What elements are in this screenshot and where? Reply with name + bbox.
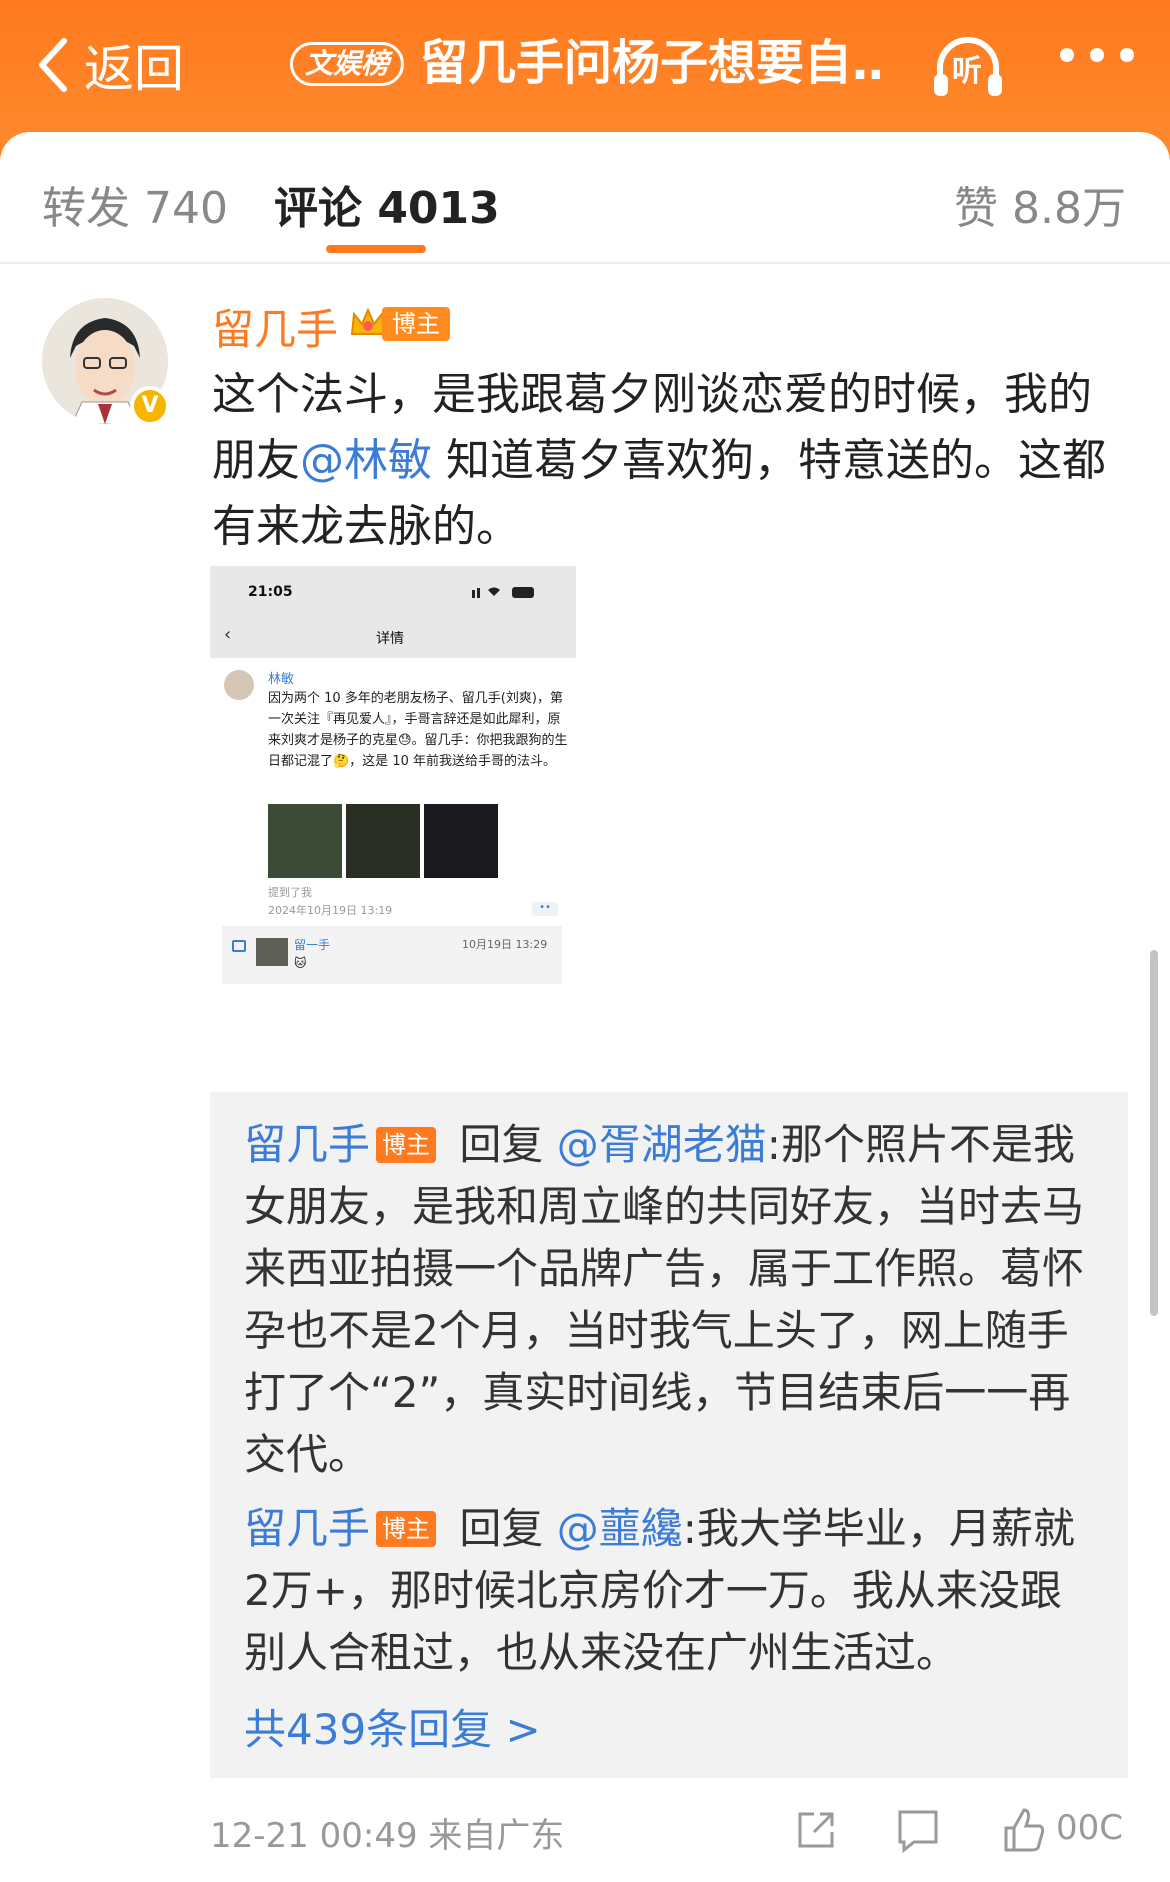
back-label: 返回 bbox=[84, 40, 184, 98]
tab-comments[interactable]: 评论 4013 bbox=[274, 172, 500, 236]
more-replies-link[interactable]: 共439条回复 > bbox=[244, 1696, 1098, 1757]
blogger-badge: 博主 bbox=[376, 1511, 437, 1547]
image-back-icon: ‹ bbox=[224, 624, 232, 645]
blogger-badge: 博主 bbox=[348, 304, 450, 344]
image-text: 因为两个 10 多年的老朋友杨子、留几手(刘爽)，第一次关注『再见爱人』，手哥言… bbox=[268, 691, 568, 769]
comment-image[interactable]: 21:05 ‹ 详情 林敏 因为两个 10 多年的老朋友杨子、留几手(刘爽)，第… bbox=[210, 566, 576, 986]
comment-icon[interactable] bbox=[894, 1806, 942, 1854]
reply-target[interactable]: @胥湖老猫 bbox=[557, 1120, 767, 1169]
image-avatar bbox=[224, 670, 254, 700]
image-reply-author: 留一手 bbox=[294, 938, 331, 952]
image-reply-emoji: 🐱 bbox=[294, 956, 307, 970]
image-thumb bbox=[346, 804, 420, 878]
image-header: 21:05 ‹ 详情 bbox=[210, 566, 576, 658]
image-thumb bbox=[424, 804, 498, 878]
reply-list: 留几手 博主 回复 @胥湖老猫:那个照片不是我女朋友，是我和周立峰的共同好友，当时… bbox=[210, 1092, 1128, 1778]
reply-author[interactable]: 留几手 bbox=[244, 1504, 370, 1553]
tab-repost[interactable]: 转发 740 bbox=[42, 172, 228, 236]
image-thumbnails bbox=[268, 804, 498, 878]
listen-label: 听 bbox=[952, 54, 982, 89]
like-count: 00C bbox=[1056, 1808, 1124, 1848]
list-item[interactable]: 留几手 博主 回复 @蘁纔:我大学毕业，月薪就2万+，那时候北京房价才一万。我从来… bbox=[244, 1498, 1098, 1684]
list-item[interactable]: 留几手 博主 回复 @胥湖老猫:那个照片不是我女朋友，是我和周立峰的共同好友，当时… bbox=[244, 1114, 1098, 1486]
image-date: 2024年10月19日 13:19 bbox=[268, 904, 393, 917]
like-icon[interactable] bbox=[1000, 1806, 1048, 1854]
blogger-badge: 博主 bbox=[376, 1127, 437, 1163]
reply-author[interactable]: 留几手 bbox=[244, 1120, 370, 1169]
reply-word: 回复 bbox=[446, 1120, 557, 1169]
reply-text: :那个照片不是我女朋友，是我和周立峰的共同好友，当时去马来西亚拍摄一个品牌广告，… bbox=[244, 1120, 1085, 1479]
image-more-icon: •• bbox=[532, 902, 558, 916]
comment-text: 这个法斗，是我跟葛夕刚谈恋爱的时候，我的朋友@林敏 知道葛夕喜欢狗，特意送的。这… bbox=[212, 362, 1132, 560]
back-button[interactable]: 返回 bbox=[34, 30, 184, 100]
image-mentioned: 提到了我 bbox=[268, 886, 312, 899]
status-icons bbox=[472, 587, 534, 598]
blogger-badge-label: 博主 bbox=[382, 307, 450, 341]
tab-bar: 转发 740 评论 4013 赞 8.8万 bbox=[0, 132, 1170, 264]
page-title: 留几手问杨子想要自… bbox=[420, 35, 880, 91]
reply-target[interactable]: @蘁纔 bbox=[557, 1504, 683, 1553]
reply-word: 回复 bbox=[446, 1504, 557, 1553]
image-thumb bbox=[268, 804, 342, 878]
image-author: 林敏 bbox=[268, 672, 295, 687]
share-icon[interactable] bbox=[792, 1806, 840, 1854]
image-title: 详情 bbox=[376, 631, 404, 647]
chevron-left-icon bbox=[39, 38, 67, 92]
image-reply-icon bbox=[232, 940, 246, 952]
scrollbar[interactable] bbox=[1150, 950, 1158, 1316]
verified-v-icon: V bbox=[130, 386, 170, 426]
comment-author[interactable]: 留几手 bbox=[212, 296, 338, 357]
image-reply: 留一手 10月19日 13:29 🐱 bbox=[222, 926, 562, 984]
comment-meta: 12-21 00:49 来自广东 bbox=[210, 1816, 565, 1856]
image-reply-time: 10月19日 13:29 bbox=[462, 938, 548, 951]
more-icon[interactable] bbox=[1060, 48, 1134, 62]
tab-likes[interactable]: 赞 8.8万 bbox=[954, 172, 1126, 236]
active-tab-indicator bbox=[326, 245, 426, 253]
image-reply-thumb bbox=[256, 938, 288, 966]
mention-link[interactable]: @林敏 bbox=[300, 435, 432, 486]
ranking-tag[interactable]: 文娱榜 bbox=[290, 42, 405, 86]
image-time: 21:05 bbox=[248, 584, 293, 600]
